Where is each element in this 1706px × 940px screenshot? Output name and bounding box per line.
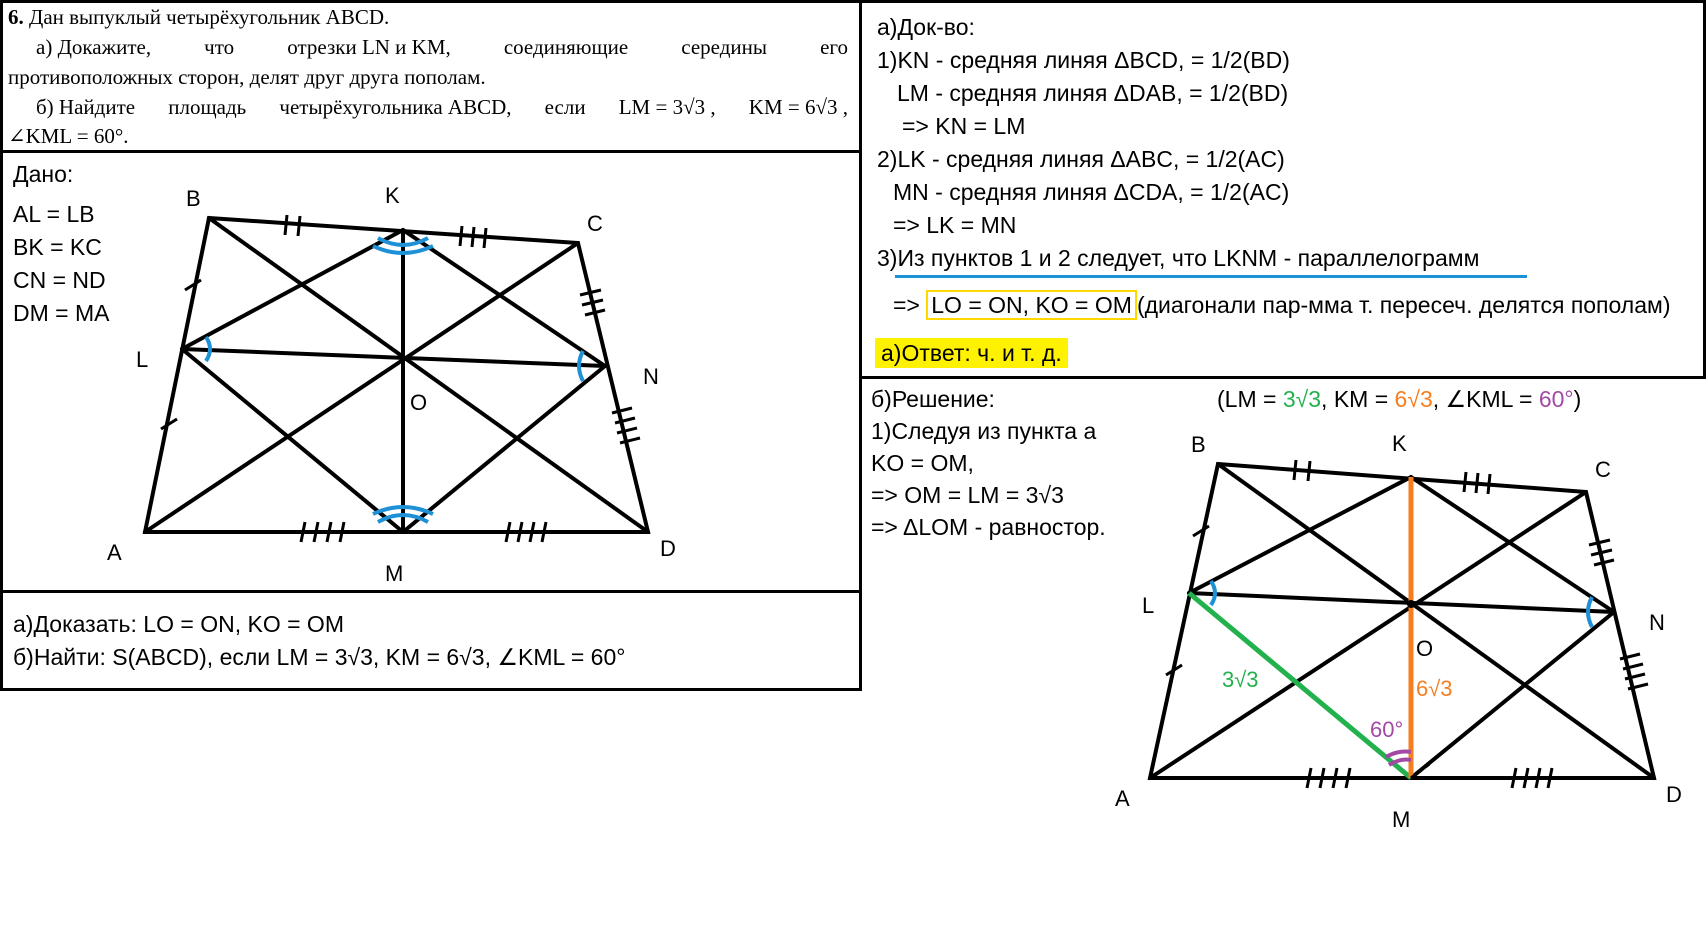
label-angle-value: 60° (1370, 717, 1403, 742)
label-2-n: N (1649, 610, 1665, 635)
point-o (1407, 600, 1415, 608)
label-2-o: O (1416, 636, 1433, 661)
diagonal2-ac (1148, 490, 1588, 780)
label-2-a: A (1115, 786, 1130, 811)
segment2-kn (1409, 475, 1616, 614)
label-2-c: C (1595, 457, 1611, 482)
label-2-b: B (1191, 432, 1206, 457)
label-2-m: M (1392, 807, 1410, 832)
label-2-d: D (1666, 782, 1682, 807)
dashed-extension (1410, 760, 1433, 780)
tick-marks-2 (1165, 459, 1649, 789)
segment2-lk (1187, 475, 1413, 595)
label-km-value: 6√3 (1416, 676, 1453, 701)
quadrilateral-diagram-2: A B C D K L M N O 3√3 6√3 60° (1115, 431, 1682, 832)
label-lm-value: 3√3 (1222, 667, 1259, 692)
label-2-k: K (1392, 431, 1407, 456)
label-2-l: L (1142, 593, 1154, 618)
